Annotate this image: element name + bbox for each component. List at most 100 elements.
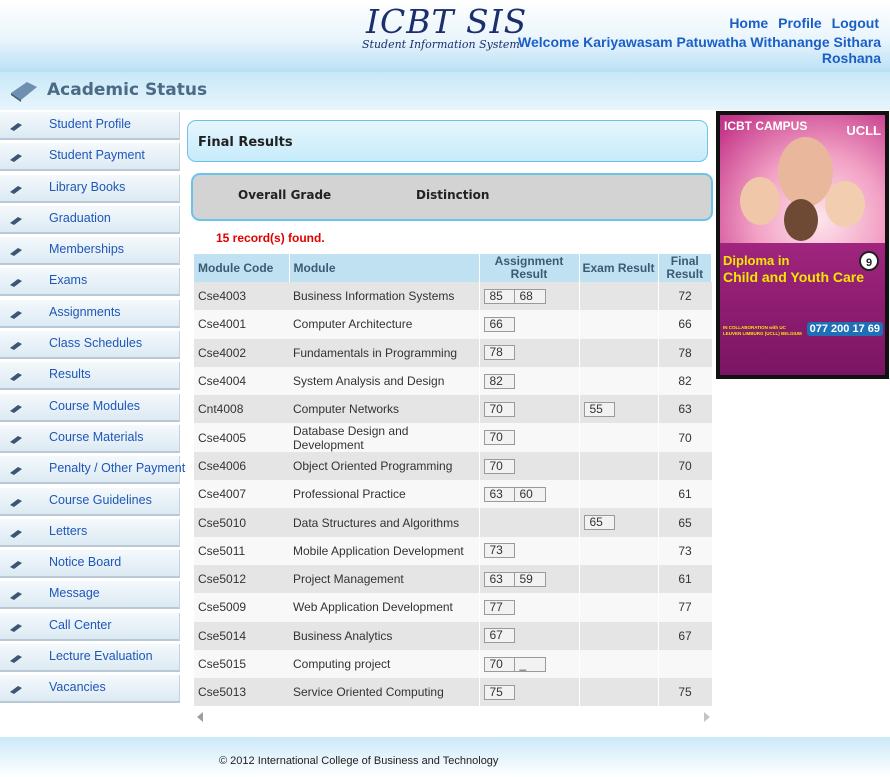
final-result — [657, 649, 712, 679]
sidebar-item-label: Notice Board — [49, 555, 122, 570]
assignment-result: 63 60 — [478, 480, 579, 509]
table-row: Cse4002 Fundamentals in Programming 78 78 — [194, 338, 712, 367]
home-link[interactable]: Home — [729, 15, 768, 31]
assignment-mark: 70 — [483, 402, 515, 417]
exam-result — [578, 282, 658, 311]
sidebar-diamond-icon — [10, 529, 22, 538]
sidebar-item-label: Library Books — [49, 179, 126, 194]
sidebar-item-graduation[interactable]: Graduation — [0, 205, 180, 234]
ad-child-photo — [740, 177, 780, 225]
sidebar-diamond-icon — [10, 342, 22, 351]
final-result: 70 — [657, 451, 712, 481]
table-header-row: Module Code Module Assignment Result Exa… — [194, 254, 712, 282]
assignment-result: 78 — [478, 338, 579, 367]
profile-link[interactable]: Profile — [778, 15, 822, 31]
sidebar-item-results[interactable]: Results — [0, 362, 180, 391]
ad-child-photo — [778, 137, 833, 207]
sidebar-diamond-icon — [10, 123, 22, 131]
module-name: Data Structures and Algorithms — [289, 508, 479, 537]
results-table: Module Code Module Assignment Result Exa… — [194, 254, 712, 707]
assignment-result: 70 _ — [478, 649, 579, 679]
ad-badge: 9 — [859, 251, 879, 271]
sidebar-diamond-icon — [10, 467, 22, 476]
table-row: Cse4006 Object Oriented Programming 70 70 — [194, 451, 712, 481]
sidebar-item-course-guidelines[interactable]: Course Guidelines — [0, 487, 180, 516]
sidebar-diamond-icon — [10, 216, 22, 225]
final-result: 70 — [657, 423, 712, 452]
assignment-mark: 75 — [483, 684, 515, 700]
exam-mark: 55 — [583, 402, 615, 417]
sidebar-item-penalty-other-payment[interactable]: Penalty / Other Payment — [0, 456, 185, 485]
sidebar-diamond-icon — [10, 154, 22, 163]
module-code: Cse4007 — [194, 480, 289, 509]
final-results-panel: Final Results — [187, 120, 708, 162]
sidebar-diamond-icon — [10, 435, 22, 444]
scroll-left-arrow-icon[interactable] — [197, 712, 203, 722]
sidebar-item-message[interactable]: Message — [0, 581, 180, 610]
sidebar-item-student-payment[interactable]: Student Payment — [0, 143, 180, 172]
sidebar-item-notice-board[interactable]: Notice Board — [0, 550, 180, 579]
final-result: 72 — [657, 282, 712, 311]
page: ICBT SIS Student Information System Home… — [0, 0, 890, 777]
overall-grade-value: Distinction — [416, 188, 490, 202]
exam-result — [578, 480, 658, 509]
sidebar-item-class-schedules[interactable]: Class Schedules — [0, 331, 180, 360]
sidebar-item-assignments[interactable]: Assignments — [0, 299, 180, 328]
sidebar-item-vacancies[interactable]: Vacancies — [0, 675, 180, 704]
module-name: Computer Networks — [289, 395, 479, 424]
sidebar-item-library-books[interactable]: Library Books — [0, 174, 180, 203]
sidebar-item-label: Results — [49, 367, 91, 382]
table-row: Cse5010 Data Structures and Algorithms 65 6… — [194, 508, 712, 537]
table-row: Cse4003 Business Information Systems 85 68 7… — [194, 282, 712, 311]
advertisement-banner[interactable]: ICBT CAMPUS UCLL Diploma in Child and Yo… — [716, 111, 889, 379]
final-result: 82 — [657, 366, 712, 396]
assignment-mark: 66 — [483, 317, 515, 333]
module-name: Computing project — [289, 649, 479, 679]
sidebar-item-label: Class Schedules — [49, 336, 143, 351]
sidebar-item-label: Course Guidelines — [49, 492, 152, 507]
module-name: Database Design and Development — [289, 423, 479, 452]
sidebar-item-course-materials[interactable]: Course Materials — [0, 424, 180, 453]
module-name: Fundamentals in Programming — [289, 338, 479, 367]
table-row: Cse4001 Computer Architecture 66 66 — [194, 310, 712, 339]
final-result: 65 — [657, 508, 712, 537]
diamond-icon — [11, 82, 37, 102]
final-result: 67 — [657, 621, 712, 650]
table-row: Cse4005 Database Design and Development 70… — [194, 423, 712, 452]
exam-mark: 65 — [583, 515, 615, 531]
sidebar-item-exams[interactable]: Exams — [0, 268, 180, 297]
header-assignment-result: Assignment Result — [479, 254, 580, 282]
header-final-result: Final Result — [658, 254, 712, 282]
advertisement-image: ICBT CAMPUS UCLL Diploma in Child and Yo… — [720, 115, 885, 375]
module-code: Cse4003 — [194, 282, 289, 311]
scroll-right-arrow-icon[interactable] — [704, 712, 710, 722]
sidebar-item-lecture-evaluation[interactable]: Lecture Evaluation — [0, 644, 180, 673]
sidebar-diamond-icon — [10, 248, 22, 257]
exam-result — [578, 649, 658, 679]
sidebar-item-course-modules[interactable]: Course Modules — [0, 393, 180, 422]
ad-child-photo — [784, 199, 818, 241]
module-code: Cse4001 — [194, 310, 289, 339]
sidebar-item-student-profile[interactable]: Student Profile — [0, 112, 180, 140]
sidebar-item-label: Graduation — [49, 210, 111, 225]
sidebar-item-call-center[interactable]: Call Center — [0, 612, 180, 641]
sidebar-diamond-icon — [10, 279, 22, 288]
overall-grade-label: Overall Grade — [238, 188, 332, 202]
sidebar-diamond-icon — [10, 373, 22, 382]
table-row: Cse5015 Computing project 70 _ — [194, 649, 712, 679]
assignment-mark: 73 — [483, 543, 515, 559]
sidebar-diamond-icon — [10, 498, 22, 507]
final-result: 63 — [657, 395, 712, 424]
record-count: 15 record(s) found. — [216, 231, 325, 245]
final-result: 78 — [657, 338, 712, 367]
exam-result — [578, 423, 658, 452]
sidebar-item-memberships[interactable]: Memberships — [0, 237, 180, 266]
exam-result — [578, 451, 658, 481]
sidebar: Student Profile Student Payment Library Bo… — [0, 112, 185, 707]
module-name: Project Management — [289, 564, 479, 594]
assignment-result: 70 — [478, 395, 579, 424]
header-module: Module — [289, 254, 480, 282]
exam-result — [578, 536, 658, 565]
sidebar-item-letters[interactable]: Letters — [0, 518, 180, 547]
logout-link[interactable]: Logout — [832, 15, 879, 31]
